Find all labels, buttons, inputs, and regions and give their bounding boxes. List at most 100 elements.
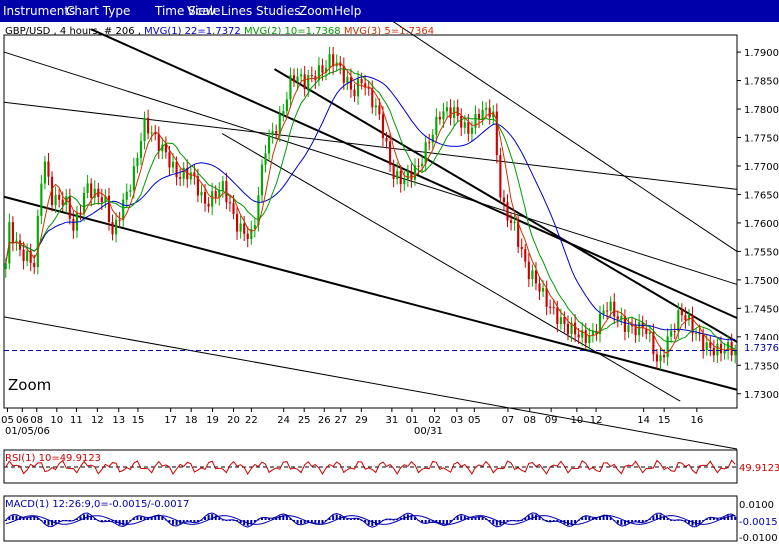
candle-body [695,333,698,335]
candle-body [421,163,424,166]
candle-body [705,342,708,351]
main-chart-panel[interactable] [3,34,738,409]
menu-view[interactable]: View [187,4,215,18]
candle-body [670,331,673,337]
macd-bar [474,517,477,520]
chart-header-mvg3: MVG(3) 5=1.7364 [344,26,434,37]
time-tick-label: 29 [355,415,368,426]
macd-bar [428,520,431,523]
candle-body [82,192,86,214]
chart-header: GBP/USD , 4 hours, # 206 , MVG(1) 22=1.7… [5,26,434,37]
macd-bar [641,520,644,523]
macd-bar [620,520,623,525]
price-tick-label: 1.7800 [744,105,779,116]
chart-area: 1.7900 1.7850 1.7800 1.7750 1.7700 1.7650 1.76… [1,22,779,544]
candle-body [221,181,224,191]
candle-body [349,77,352,90]
menu-studies[interactable]: Studies [256,4,301,18]
candle-body [11,222,14,244]
price-tick-label: 1.7550 [744,247,779,258]
price-tick-label: 1.7650 [744,190,779,201]
macd-bar [122,520,125,526]
menu-lines[interactable]: Lines [221,4,252,18]
time-tick-label: 05 [468,415,481,426]
candle-body [616,316,619,320]
price-tick-label: 1.7500 [744,276,779,287]
candle-body [463,122,466,128]
candle-body [4,263,7,270]
macd-bar [186,520,189,522]
macd-bar [606,516,609,520]
candle-body [264,153,267,165]
candle-body [378,105,381,115]
candle-body [499,155,502,198]
time-tick-label: 01 [406,415,419,426]
macd-bar [631,520,634,522]
time-tick-label: 08 [523,415,536,426]
macd-bar [33,517,36,520]
candle-body [268,135,271,154]
candle-body [392,164,395,179]
macd-bar [189,520,192,522]
time-tick-label: 02 [428,415,441,426]
macd-bar [588,516,591,520]
candle-body [442,111,445,120]
time-tick-label: 05 [1,415,14,426]
menu-help[interactable]: Help [334,4,361,18]
candle-body [332,54,335,67]
time-tick-label: 27 [334,415,347,426]
candle-body [260,164,264,196]
menu-zoom[interactable]: Zoom [299,4,334,18]
candle-body [410,171,413,180]
candle-body [577,334,580,338]
candle-body [449,107,452,118]
macd-bar [136,516,139,520]
zoom-label[interactable]: Zoom [8,376,51,394]
candle-body [168,152,171,168]
candle-body [381,114,385,139]
candle-body [139,141,143,158]
macd-bar [584,516,587,520]
candle-body [100,197,103,203]
macd-bar [424,520,427,523]
candle-body [36,215,39,268]
candle-body [424,142,427,164]
candle-body [520,246,523,250]
macd-bar [652,516,655,520]
candle-body [271,131,274,136]
candle-body [125,191,128,200]
candle-body [22,249,25,262]
time-tick-label: 10 [50,415,63,426]
time-tick-label: 31 [386,415,399,426]
macd-bar [342,517,345,520]
candle-body [627,325,630,332]
candle-body [346,77,349,83]
time-tick-label: 16 [690,415,703,426]
macd-bar [332,515,335,520]
time-tick-label: 22 [245,415,258,426]
candle-body [18,240,22,250]
candle-body [534,270,538,284]
time-tick-label: 25 [298,415,311,426]
macd-bar [22,518,25,520]
candle-body [655,354,659,362]
time-tick-label: 15 [132,415,145,426]
candle-body [232,203,235,214]
candle-body [662,355,666,358]
candle-body [545,288,548,307]
candle-body [111,222,114,235]
time-tick-label: 17 [164,415,177,426]
time-tick-label: 24 [277,415,290,426]
candle-body [307,75,310,89]
candle-body [189,172,192,180]
menu-chart-type[interactable]: Chart Type [66,4,130,18]
candle-body [90,183,93,198]
menu-instruments[interactable]: Instruments [3,4,75,18]
candle-body [502,197,506,203]
candle-body [374,105,377,108]
time-tick-label: 06 [16,415,29,426]
macd-bar [602,516,605,520]
macd-bar [734,516,737,520]
candle-body [164,144,167,153]
date-label-left: 01/05/06 [5,426,50,437]
